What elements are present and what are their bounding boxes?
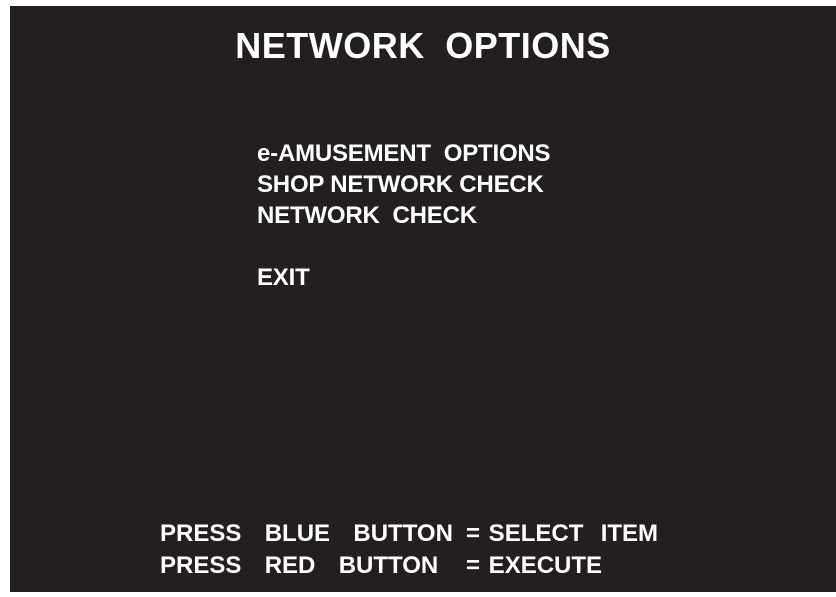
- instruction-blue-action: = SELECT ITEM: [466, 520, 659, 547]
- menu-item-e-amusement-options[interactable]: e-AMUSEMENT OPTIONS: [257, 138, 551, 169]
- menu-item-exit[interactable]: EXIT: [257, 262, 550, 293]
- instruction-red-action: = EXECUTE: [466, 552, 603, 579]
- instruction-red-label: PRESS RED BUTTON: [160, 552, 439, 579]
- instruction-blue-button: PRESS BLUE BUTTON = SELECT ITEM: [160, 518, 658, 550]
- menu-item-shop-network-check[interactable]: SHOP NETWORK CHECK: [257, 169, 550, 200]
- page-title: NETWORK OPTIONS: [235, 25, 611, 66]
- instruction-red-button: PRESS RED BUTTON = EXECUTE: [160, 550, 658, 582]
- instruction-blue-label: PRESS BLUE BUTTON: [160, 520, 453, 547]
- menu-list: e-AMUSEMENT OPTIONS SHOP NETWORK CHECK N…: [257, 138, 551, 293]
- operator-menu-screen: NETWORK OPTIONS e-AMUSEMENT OPTIONS SHOP…: [10, 6, 836, 592]
- button-instructions: PRESS BLUE BUTTON = SELECT ITEM PRESS RE…: [160, 518, 658, 582]
- menu-item-network-check[interactable]: NETWORK CHECK: [257, 200, 550, 231]
